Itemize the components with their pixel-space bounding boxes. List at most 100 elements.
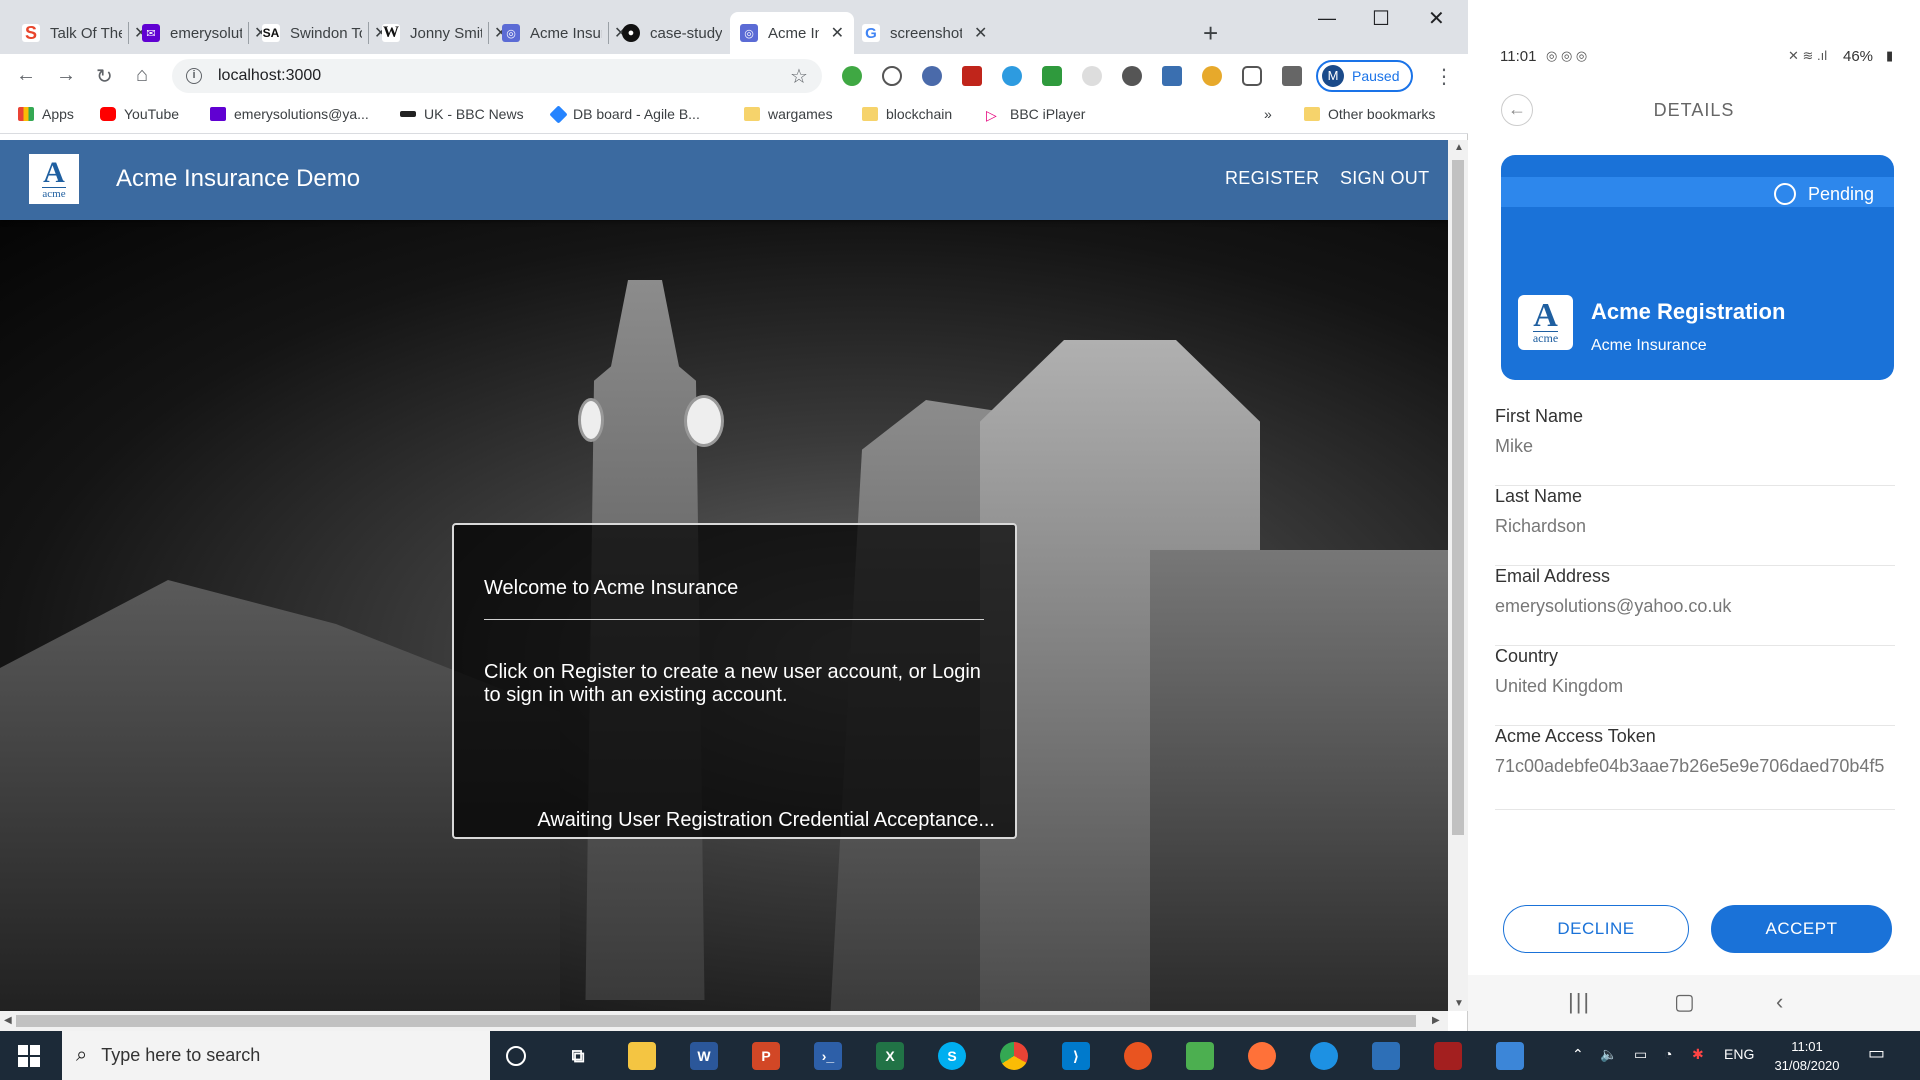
extension-cors-icon[interactable] <box>1042 66 1062 86</box>
home-icon[interactable]: ▢ <box>1674 989 1695 1015</box>
bookmarks-overflow[interactable]: » <box>1264 106 1272 122</box>
window-close-icon[interactable]: ✕ <box>1428 6 1445 31</box>
bookmark-emerysolutions[interactable]: emerysolutions@ya... <box>210 106 369 122</box>
clock-icon <box>1773 183 1796 205</box>
extension-circle-icon[interactable] <box>1122 66 1142 86</box>
bookmark-star-icon[interactable]: ☆ <box>790 64 808 89</box>
acme-tab-icon: ◎ <box>740 24 758 42</box>
google-icon: G <box>862 24 880 42</box>
menu-kebab-icon[interactable]: ⋮ <box>1434 64 1454 89</box>
task-view-icon[interactable]: ⧉ <box>564 1042 592 1070</box>
sign-out-link[interactable]: SIGN OUT <box>1340 168 1429 189</box>
folder-icon <box>1304 107 1320 121</box>
bookmark-db-board[interactable]: DB board - Agile B... <box>549 104 700 124</box>
profile-button[interactable]: M Paused <box>1316 60 1414 92</box>
powershell-icon[interactable]: ›_ <box>814 1042 842 1070</box>
powerpoint-icon[interactable]: P <box>752 1042 780 1070</box>
acme-logo: A acme <box>1518 295 1573 350</box>
bookmark-wargames[interactable]: wargames <box>744 106 833 122</box>
home-icon[interactable]: ⌂ <box>136 64 148 87</box>
extension-search-icon[interactable] <box>1002 66 1022 86</box>
windows-start-icon[interactable] <box>18 1045 40 1067</box>
bookmark-bbc-news[interactable]: UK - BBC News <box>400 106 524 122</box>
decline-button[interactable]: DECLINE <box>1503 905 1689 953</box>
taskbar-clock[interactable]: 11:01 31/08/2020 <box>1767 1037 1847 1075</box>
jira-icon <box>549 104 568 124</box>
volume-icon[interactable]: 🔈 <box>1600 1046 1617 1063</box>
extension-shield-icon[interactable] <box>842 66 862 86</box>
bookmark-blockchain[interactable]: blockchain <box>862 106 952 122</box>
notifications-icon[interactable]: ▭ <box>1868 1043 1885 1064</box>
phone-time: 11:01 <box>1500 48 1537 65</box>
firefox-icon[interactable] <box>1248 1042 1276 1070</box>
taskbar-search-box[interactable]: ⌕ Type here to search <box>62 1031 490 1080</box>
details-header: ← DETAILS <box>1468 92 1920 128</box>
chrome-icon[interactable] <box>1000 1042 1028 1070</box>
bookmark-other[interactable]: Other bookmarks <box>1304 106 1435 122</box>
sa-icon: SA <box>262 24 280 42</box>
details-title: DETAILS <box>1653 100 1735 120</box>
recent-apps-icon[interactable]: ||| <box>1568 989 1591 1015</box>
wifi-icon[interactable]: ◔ <box>1664 1046 1672 1062</box>
battery-icon[interactable]: ▭ <box>1634 1046 1647 1063</box>
extensions-puzzle-icon[interactable] <box>1282 66 1302 86</box>
extension-pocket-icon[interactable] <box>1242 66 1262 86</box>
phone-mirror-icon[interactable] <box>1496 1042 1524 1070</box>
vertical-scrollbar[interactable]: ▲ ▼ <box>1448 140 1468 1011</box>
battery-icon: ▮ <box>1886 48 1894 63</box>
file-explorer-icon[interactable] <box>628 1042 656 1070</box>
close-icon[interactable]: ✕ <box>831 23 844 43</box>
app-red-icon[interactable] <box>1434 1042 1462 1070</box>
bookmarks-bar: Apps YouTube emerysolutions@ya... UK - B… <box>0 98 1468 134</box>
welcome-heading: Welcome to Acme Insurance <box>484 577 739 599</box>
maximize-icon[interactable]: ☐ <box>1372 6 1390 31</box>
register-link[interactable]: REGISTER <box>1225 168 1319 189</box>
bookmark-bbc-iplayer[interactable]: ▷ BBC iPlayer <box>986 106 1085 123</box>
extension-tools-icon[interactable] <box>1162 66 1182 86</box>
vscode-icon[interactable]: ⟩ <box>1062 1042 1090 1070</box>
scrollbar-thumb[interactable] <box>1452 160 1464 835</box>
security-icon[interactable]: ✱ <box>1692 1046 1704 1063</box>
acme-logo[interactable]: A acme <box>29 154 79 204</box>
android-nav-bar: ||| ▢ ‹ <box>1468 975 1920 1031</box>
extension-clock-icon[interactable] <box>882 66 902 86</box>
cortana-icon[interactable] <box>506 1046 526 1066</box>
new-tab-button[interactable]: + <box>1203 18 1218 49</box>
notepad-icon[interactable] <box>1186 1042 1214 1070</box>
excel-icon[interactable]: X <box>876 1042 904 1070</box>
scrollbar-thumb[interactable] <box>16 1015 1416 1027</box>
search-icon: ⌕ <box>76 1044 88 1066</box>
docker-icon[interactable] <box>1310 1042 1338 1070</box>
skype-icon[interactable]: S <box>938 1042 966 1070</box>
extension-smart-icon[interactable] <box>1202 66 1222 86</box>
clock-face <box>684 395 724 447</box>
bookmark-youtube[interactable]: YouTube <box>100 106 179 122</box>
mail-icon: ✉ <box>142 24 160 42</box>
folder-icon <box>744 107 760 121</box>
ubuntu-icon[interactable] <box>1124 1042 1152 1070</box>
close-icon[interactable]: ✕ <box>974 23 987 43</box>
extension-target-icon[interactable] <box>1082 66 1102 86</box>
info-icon[interactable]: i <box>186 68 202 84</box>
extension-globe-icon[interactable] <box>922 66 942 86</box>
tab-screenshot[interactable]: G screenshot ✕ <box>852 12 997 54</box>
reload-icon[interactable]: ↻ <box>96 64 113 89</box>
language-indicator[interactable]: ENG <box>1724 1046 1754 1062</box>
minimize-icon[interactable]: — <box>1318 8 1336 29</box>
address-bar[interactable]: i localhost:3000 <box>172 59 822 93</box>
forward-arrow-icon[interactable]: → <box>56 64 76 87</box>
back-arrow-icon[interactable]: ← <box>16 64 36 87</box>
iplayer-icon: ▷ <box>986 107 997 123</box>
word-icon[interactable]: W <box>690 1042 718 1070</box>
extension-pdf-icon[interactable] <box>962 66 982 86</box>
field-country: Country United Kingdom <box>1495 646 1895 726</box>
remote-desktop-icon[interactable] <box>1372 1042 1400 1070</box>
accept-button[interactable]: ACCEPT <box>1711 905 1892 953</box>
back-chevron-icon[interactable]: ‹ <box>1776 989 1783 1015</box>
app-bar: A acme Acme Insurance Demo REGISTER SIGN… <box>0 140 1448 220</box>
horizontal-scrollbar[interactable]: ◀ ▶ <box>0 1011 1448 1031</box>
credential-issuer: Acme Insurance <box>1591 337 1707 354</box>
tray-expand-icon[interactable]: ⌃ <box>1572 1046 1584 1063</box>
bookmark-apps[interactable]: Apps <box>18 106 74 122</box>
tab-acme-insurance-active[interactable]: ◎ Acme Insurance ✕ <box>730 12 854 54</box>
